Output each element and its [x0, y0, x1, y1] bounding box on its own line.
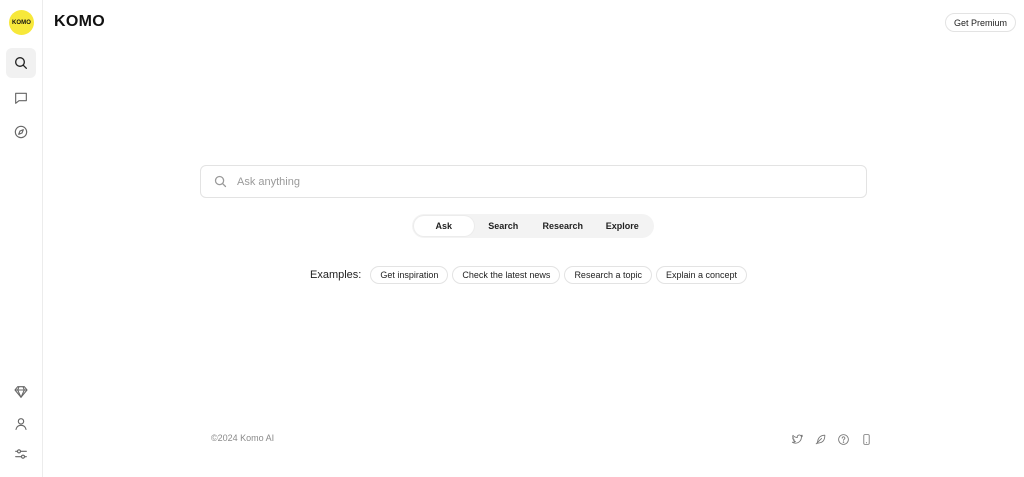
- feather-link[interactable]: [813, 432, 827, 446]
- sidebar-item-premium[interactable]: [6, 377, 36, 407]
- sidebar: KOMO: [0, 0, 43, 477]
- help-link[interactable]: [836, 432, 850, 446]
- search-input[interactable]: [237, 175, 837, 188]
- feather-icon: [815, 434, 825, 444]
- chat-bubble-icon: [15, 92, 27, 104]
- twitter-icon: [791, 434, 803, 444]
- footer-icons: [790, 432, 873, 446]
- example-chip-research[interactable]: Research a topic: [564, 265, 652, 284]
- copyright-text: ©2024 Komo AI: [211, 433, 275, 443]
- app-root: KOMO KOMO Get Premium Ask Search Researc…: [0, 0, 1024, 477]
- example-chip-explain[interactable]: Explain a concept: [655, 265, 748, 284]
- sidebar-item-chat[interactable]: [6, 83, 36, 113]
- search-icon: [15, 57, 27, 69]
- help-icon: [837, 433, 849, 445]
- mode-tabs: Ask Search Research Explore: [412, 214, 654, 238]
- search-icon: [214, 175, 227, 188]
- tab-research[interactable]: Research: [533, 216, 593, 236]
- tab-explore[interactable]: Explore: [593, 216, 653, 236]
- sidebar-item-profile[interactable]: [6, 409, 36, 439]
- mobile-icon: [862, 433, 870, 445]
- tab-ask[interactable]: Ask: [414, 216, 474, 236]
- examples-row: Examples: Get inspiration Check the late…: [310, 265, 748, 284]
- logo-text: KOMO: [11, 19, 32, 26]
- mobile-app-link[interactable]: [859, 432, 873, 446]
- example-chip-inspiration[interactable]: Get inspiration: [370, 265, 449, 284]
- search-box[interactable]: [200, 165, 867, 198]
- sliders-icon: [15, 449, 27, 459]
- example-chip-news[interactable]: Check the latest news: [452, 265, 561, 284]
- sidebar-item-search[interactable]: [6, 48, 36, 78]
- komo-logo[interactable]: KOMO: [9, 10, 34, 35]
- examples-label: Examples:: [310, 268, 362, 281]
- tab-search[interactable]: Search: [474, 216, 534, 236]
- diamond-icon: [14, 386, 28, 398]
- compass-icon: [14, 125, 28, 139]
- brand-title: KOMO: [54, 13, 105, 30]
- sidebar-item-explore[interactable]: [6, 117, 36, 147]
- twitter-link[interactable]: [790, 432, 804, 446]
- sidebar-item-settings[interactable]: [6, 439, 36, 469]
- user-icon: [15, 418, 27, 430]
- get-premium-button[interactable]: Get Premium: [944, 13, 1016, 32]
